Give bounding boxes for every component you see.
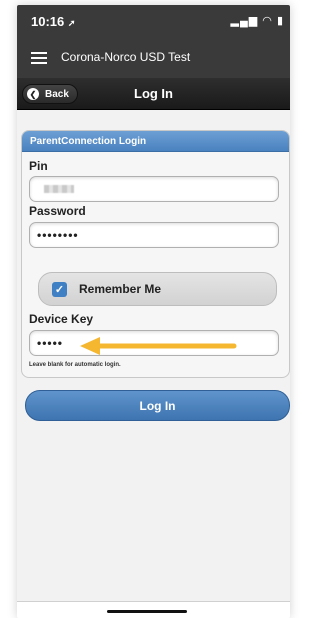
phone-screen: 10:16 ➚ ▂▄▆ ◠ ▮ Corona-Norco USD Test ❮ … bbox=[17, 5, 290, 618]
app-bar: Corona-Norco USD Test bbox=[17, 38, 290, 78]
device-key-value: ••••• bbox=[37, 336, 64, 350]
password-value: •••••••• bbox=[37, 228, 79, 242]
battery-icon: ▮ bbox=[276, 15, 284, 27]
page-title: Log In bbox=[134, 86, 173, 101]
panel-title: ParentConnection Login bbox=[22, 131, 289, 152]
app-title: Corona-Norco USD Test bbox=[61, 50, 191, 64]
password-label: Password bbox=[29, 204, 86, 218]
page-header: ❮ Back Log In bbox=[17, 78, 290, 110]
login-button[interactable]: Log In bbox=[25, 390, 290, 421]
remember-me-label: Remember Me bbox=[79, 282, 162, 296]
device-key-hint: Leave blank for automatic login. bbox=[29, 362, 121, 368]
pin-label: Pin bbox=[29, 159, 48, 173]
location-arrow-icon: ➚ bbox=[67, 18, 76, 28]
remember-me-toggle[interactable]: ✓ Remember Me bbox=[38, 272, 277, 306]
bottom-safe-area bbox=[17, 601, 290, 618]
redacted-pin bbox=[44, 185, 74, 193]
status-time: 10:16 ➚ bbox=[31, 14, 75, 29]
clock-text: 10:16 bbox=[31, 14, 65, 29]
home-indicator[interactable] bbox=[107, 610, 187, 613]
wifi-icon: ◠ bbox=[262, 15, 273, 27]
pin-input[interactable] bbox=[29, 176, 279, 202]
device-key-label: Device Key bbox=[29, 312, 94, 326]
status-icons: ▂▄▆ ◠ ▮ bbox=[230, 14, 284, 27]
password-input[interactable]: •••••••• bbox=[29, 222, 279, 248]
login-panel: ParentConnection Login Pin Password ••••… bbox=[21, 130, 290, 378]
annotation-arrow-icon bbox=[80, 337, 237, 355]
status-bar: 10:16 ➚ ▂▄▆ ◠ ▮ bbox=[17, 5, 290, 38]
checkbox-checked-icon[interactable]: ✓ bbox=[52, 281, 67, 297]
signal-icon: ▂▄▆ bbox=[230, 15, 259, 27]
hamburger-icon[interactable] bbox=[31, 52, 47, 64]
